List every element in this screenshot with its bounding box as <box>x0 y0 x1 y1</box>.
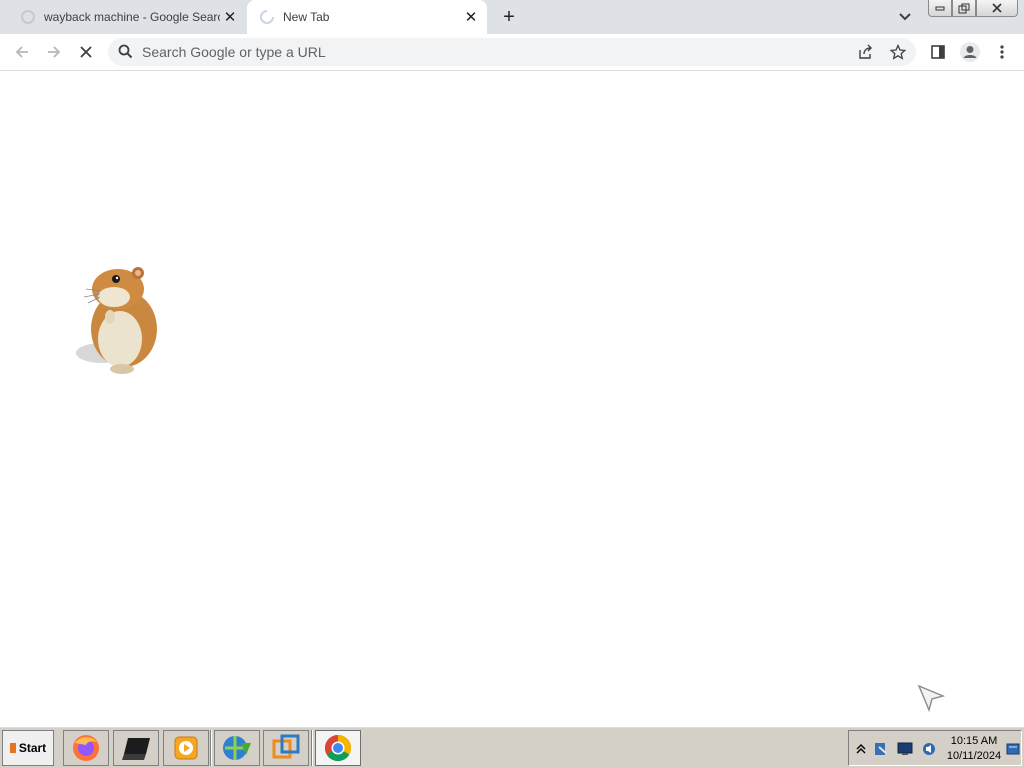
profile-icon[interactable] <box>958 40 982 64</box>
tab-close-icon[interactable]: ✕ <box>461 7 481 27</box>
internet-download-manager-icon[interactable] <box>214 730 260 766</box>
side-panel-icon[interactable] <box>926 40 950 64</box>
google-favicon-icon <box>20 9 36 25</box>
chrome-icon[interactable] <box>315 730 361 766</box>
restore-icon[interactable] <box>952 0 976 17</box>
close-icon[interactable] <box>976 0 1018 17</box>
notification-flag-icon[interactable] <box>1005 741 1021 757</box>
tab-strip: wayback machine - Google Search ✕ New Ta… <box>0 0 1024 34</box>
search-icon <box>118 44 133 64</box>
omnibox[interactable] <box>108 38 916 66</box>
tab-title: New Tab <box>283 10 330 24</box>
monitor-icon[interactable] <box>897 741 913 757</box>
menu-kebab-icon[interactable] <box>990 40 1014 64</box>
clock[interactable]: 10:15 AM 10/11/2024 <box>943 734 1005 764</box>
start-label: Start <box>18 741 47 755</box>
tab-close-icon[interactable]: ✕ <box>220 7 240 27</box>
taskbar-separator <box>210 730 212 766</box>
loading-spinner-icon <box>259 9 275 25</box>
minimize-icon[interactable] <box>928 0 952 17</box>
windows-flag-icon <box>9 743 16 753</box>
hamster-image <box>72 267 164 377</box>
tab-new-tab[interactable]: New Tab ✕ <box>247 0 487 34</box>
tab-title: wayback machine - Google Search <box>44 10 220 24</box>
terminal-icon[interactable] <box>113 730 159 766</box>
bookmark-star-icon[interactable] <box>888 42 908 62</box>
mouse-cursor-icon <box>916 683 946 713</box>
tab-wayback-search[interactable]: wayback machine - Google Search ✕ <box>8 0 246 34</box>
system-tray: 10:15 AM 10/11/2024 <box>848 730 1022 766</box>
forward-icon[interactable] <box>42 40 66 64</box>
firefox-icon[interactable] <box>63 730 109 766</box>
clock-date: 10/11/2024 <box>946 750 1002 762</box>
show-hidden-icons-icon[interactable] <box>853 741 869 757</box>
media-player-icon[interactable] <box>163 730 209 766</box>
network-security-icon[interactable] <box>873 741 889 757</box>
browser-toolbar <box>0 34 1024 71</box>
clock-time: 10:15 AM <box>950 735 998 747</box>
page-content <box>0 72 1024 725</box>
virtual-machine-icon[interactable] <box>263 730 309 766</box>
new-tab-button[interactable]: + <box>497 5 521 29</box>
stop-loading-icon[interactable] <box>74 40 98 64</box>
taskbar: Start 10:15 AM 10/11/2024 <box>0 725 1024 768</box>
taskbar-separator <box>311 730 313 766</box>
share-icon[interactable] <box>856 42 876 62</box>
omnibox-input[interactable] <box>140 42 840 62</box>
back-icon[interactable] <box>10 40 34 64</box>
speaker-icon[interactable] <box>921 741 937 757</box>
chevron-down-icon[interactable] <box>894 6 916 28</box>
start-button[interactable]: Start <box>2 730 54 766</box>
